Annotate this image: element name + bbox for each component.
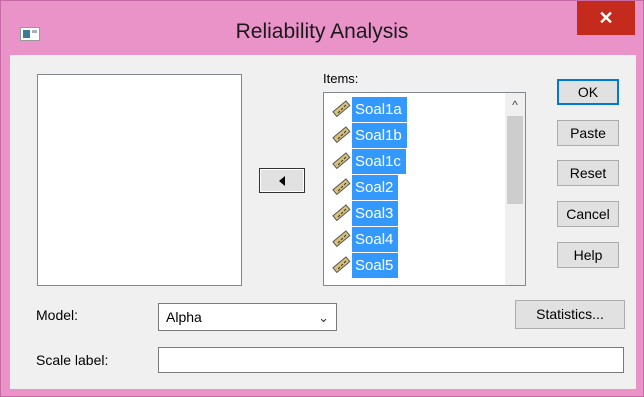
ok-button[interactable]: OK (557, 79, 619, 105)
scale-variable-icon (330, 176, 352, 198)
item-label: Soal3 (352, 200, 399, 226)
item-label: Soal1b (352, 122, 407, 148)
model-label: Model: (36, 307, 79, 323)
scale-label-input[interactable] (158, 347, 624, 373)
list-item[interactable]: Soal1b (330, 122, 407, 148)
list-item[interactable]: Soal1a (330, 96, 407, 122)
cancel-button[interactable]: Cancel (557, 201, 619, 227)
scale-label: Scale label: (36, 352, 109, 368)
chevron-down-icon: ⌄ (318, 310, 329, 325)
scale-variable-icon (330, 202, 352, 224)
title-bar[interactable]: Reliability Analysis ✕ (1, 1, 643, 43)
scale-variable-icon (330, 124, 352, 146)
move-arrow-button[interactable] (259, 168, 305, 193)
item-label: Soal1a (352, 96, 407, 122)
list-item[interactable]: Soal3 (330, 200, 399, 226)
item-label: Soal5 (352, 252, 399, 278)
item-label: Soal1c (352, 148, 406, 174)
scale-variable-icon (330, 254, 352, 276)
item-label: Soal2 (352, 174, 399, 200)
model-select[interactable]: Alpha ⌄ (158, 303, 337, 331)
list-item[interactable]: Soal4 (330, 226, 399, 252)
paste-button[interactable]: Paste (557, 120, 619, 146)
window-title: Reliability Analysis (235, 20, 409, 43)
dialog-body: Items: Soal1a Soal1b Soal1c Soal2 Soal3 … (10, 55, 636, 389)
scale-variable-icon (330, 98, 352, 120)
scale-variable-icon (330, 150, 352, 172)
item-label: Soal4 (352, 226, 399, 252)
reliability-analysis-dialog: Reliability Analysis ✕ Items: Soal1a Soa… (0, 0, 644, 397)
help-button[interactable]: Help (557, 242, 619, 268)
list-item[interactable]: Soal1c (330, 148, 406, 174)
source-variable-list[interactable] (37, 74, 242, 286)
list-item[interactable]: Soal2 (330, 174, 399, 200)
items-scrollbar[interactable]: ^ (505, 93, 525, 285)
reset-button[interactable]: Reset (557, 160, 619, 186)
items-label: Items: (323, 71, 359, 86)
scale-variable-icon (330, 228, 352, 250)
scroll-thumb[interactable] (507, 116, 523, 204)
scroll-up-icon[interactable]: ^ (505, 93, 525, 115)
list-item[interactable]: Soal5 (330, 252, 399, 278)
close-button[interactable]: ✕ (577, 1, 635, 35)
model-value: Alpha (166, 309, 202, 325)
statistics-button[interactable]: Statistics... (515, 300, 625, 329)
items-list[interactable]: Soal1a Soal1b Soal1c Soal2 Soal3 Soal4 S… (323, 92, 526, 286)
